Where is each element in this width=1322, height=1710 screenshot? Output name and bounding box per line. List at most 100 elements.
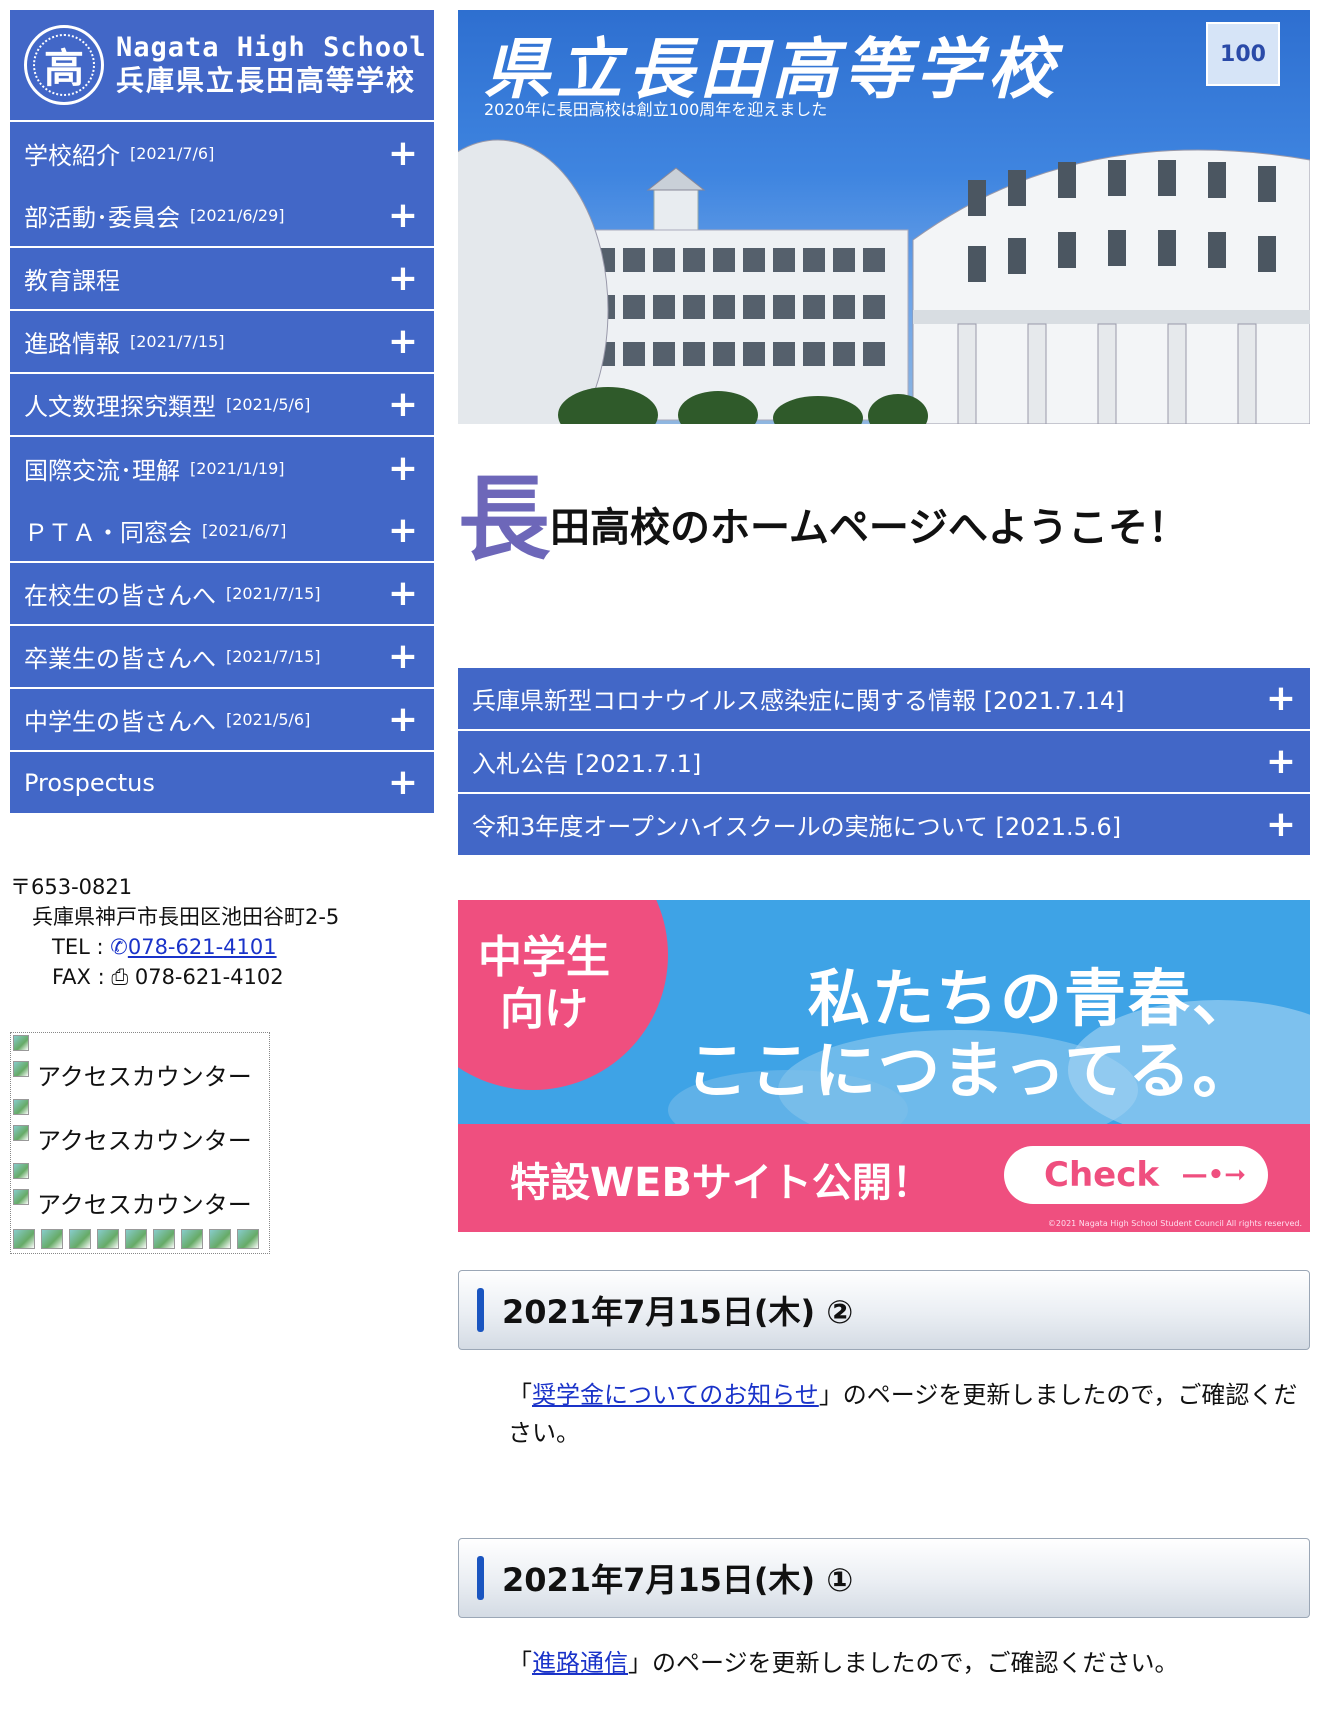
fax-line: FAX : ⎙ 078-621-4102 bbox=[10, 962, 339, 992]
post-title: 2021年7月15日(木) ② bbox=[458, 1270, 1310, 1350]
plus-icon[interactable]: + bbox=[388, 701, 418, 738]
plus-icon[interactable]: + bbox=[388, 638, 418, 675]
banner-copyright: ©2021 Nagata High School Student Council… bbox=[1047, 1219, 1302, 1228]
school-name-ja: 兵庫県立長田高等学校 bbox=[116, 64, 417, 98]
post-body: 「奨学金についてのお知らせ」のページを更新しましたので，ご確認ください。 bbox=[458, 1350, 1322, 1452]
broken-image-icon bbox=[153, 1229, 175, 1249]
junior-high-banner[interactable]: 中学生 向け 私たちの青春、 ここにつまってる。 特設WEBサイト公開！ Che… bbox=[458, 900, 1310, 1232]
school-crest-icon: 高 bbox=[24, 25, 104, 105]
postal-code: 653-0821 bbox=[31, 875, 133, 899]
menu-item-humanities-science[interactable]: 人文数理探究類型 [2021/5/6] + bbox=[10, 374, 434, 437]
menu-item-label: 卒業生の皆さんへ bbox=[24, 645, 216, 673]
menu-item-date: [2021/6/7] bbox=[202, 521, 287, 540]
arrow-right-icon: —•➞ bbox=[1181, 1160, 1246, 1190]
plus-icon[interactable]: + bbox=[388, 450, 418, 487]
post-prefix: 「 bbox=[508, 1381, 532, 1409]
broken-image-icon bbox=[41, 1229, 63, 1249]
counter-alt-text: アクセスカウンター bbox=[37, 1191, 252, 1219]
counter-alt-text: アクセスカウンター bbox=[37, 1063, 252, 1091]
broken-image-icon bbox=[13, 1061, 29, 1077]
menu-item-label: 教育課程 bbox=[24, 267, 120, 295]
counter-row: アクセスカウンター bbox=[11, 1161, 269, 1225]
plus-icon[interactable]: + bbox=[388, 512, 418, 549]
tel-link[interactable]: 078-621-4101 bbox=[128, 935, 277, 959]
menu-item-label: Prospectus bbox=[24, 768, 155, 797]
banner-tag: 中学生 向け bbox=[478, 932, 610, 1036]
broken-image-icon bbox=[97, 1229, 119, 1249]
welcome-heading: 長田高校のホームページへようこそ！ bbox=[458, 474, 1310, 566]
plus-icon[interactable]: + bbox=[388, 323, 418, 360]
plus-icon[interactable]: + bbox=[388, 386, 418, 423]
broken-image-icon bbox=[69, 1229, 91, 1249]
plus-icon[interactable]: + bbox=[388, 764, 418, 801]
welcome-rest: 田高校のホームページへようこそ！ bbox=[550, 505, 1189, 551]
welcome-first-char: 長 bbox=[458, 466, 551, 573]
menu-item-junior-high[interactable]: 中学生の皆さんへ [2021/5/6] + bbox=[10, 689, 434, 752]
counter-digits bbox=[13, 1229, 259, 1249]
plus-icon[interactable]: + bbox=[388, 260, 418, 297]
menu-item-date: [2021/1/19] bbox=[190, 459, 285, 478]
menu-item-label: 人文数理探究類型 bbox=[24, 393, 216, 421]
notice-item-covid[interactable]: 兵庫県新型コロナウイルス感染症に関する情報 [2021.7.14] + bbox=[458, 668, 1310, 731]
plus-icon[interactable]: + bbox=[388, 575, 418, 612]
hero-image: 県立長田高等学校 2020年に長田高校は創立100周年を迎えました 100 bbox=[458, 10, 1310, 424]
news-post: 2021年7月15日(木) ① 「進路通信」のページを更新しましたので，ご確認く… bbox=[458, 1538, 1310, 1682]
plus-icon[interactable]: + bbox=[1266, 743, 1296, 780]
menu-item-curriculum[interactable]: 教育課程 + bbox=[10, 248, 434, 311]
post-title-text: 2021年7月15日(木) ② bbox=[502, 1293, 854, 1331]
plus-icon[interactable]: + bbox=[1266, 806, 1296, 843]
fax-icon: ⎙ bbox=[111, 965, 129, 989]
menu-item-school-intro[interactable]: 学校紹介 [2021/7/6] + bbox=[10, 122, 434, 185]
centennial-badge: 100 bbox=[1206, 22, 1280, 86]
menu-item-career[interactable]: 進路情報 [2021/7/15] + bbox=[10, 311, 434, 374]
notice-label: 兵庫県新型コロナウイルス感染症に関する情報 [2021.7.14] bbox=[472, 687, 1125, 715]
post-title: 2021年7月15日(木) ① bbox=[458, 1538, 1310, 1618]
menu-item-label: ＰＴＡ・同窓会 bbox=[24, 519, 192, 547]
broken-image-icon bbox=[13, 1035, 29, 1051]
banner-web-text: 特設WEBサイト公開！ bbox=[510, 1160, 932, 1206]
banner-slogan-line2: ここにつまってる。 bbox=[686, 1034, 1257, 1107]
menu-item-date: [2021/7/15] bbox=[226, 647, 321, 666]
post-title-text: 2021年7月15日(木) ① bbox=[502, 1561, 854, 1599]
check-button[interactable]: Check —•➞ bbox=[1004, 1146, 1268, 1204]
school-logo[interactable]: 高 Nagata High School 兵庫県立長田高等学校 bbox=[10, 10, 434, 120]
menu-item-date: [2021/5/6] bbox=[226, 710, 311, 729]
hero-subtitle: 2020年に長田高校は創立100周年を迎えました bbox=[484, 100, 828, 119]
broken-image-icon bbox=[125, 1229, 147, 1249]
tel-line: TEL : ✆078-621-4101 bbox=[10, 932, 339, 962]
street-address: 兵庫県神戸市長田区池田谷町2-5 bbox=[32, 905, 340, 929]
menu-item-international[interactable]: 国際交流･理解 [2021/1/19] + bbox=[10, 437, 434, 500]
menu-item-clubs[interactable]: 部活動･委員会 [2021/6/29] + bbox=[10, 185, 434, 248]
plus-icon[interactable]: + bbox=[388, 135, 418, 172]
menu-item-current-students[interactable]: 在校生の皆さんへ [2021/7/15] + bbox=[10, 563, 434, 626]
notice-item-open-school[interactable]: 令和3年度オープンハイスクールの実施について [2021.5.6] + bbox=[458, 794, 1310, 857]
banner-tag-line2: 向け bbox=[500, 984, 588, 1035]
post-link[interactable]: 奨学金についてのお知らせ bbox=[532, 1381, 819, 1409]
menu-item-date: [2021/7/15] bbox=[226, 584, 321, 603]
broken-image-icon bbox=[237, 1229, 259, 1249]
phone-icon: ✆ bbox=[110, 935, 128, 959]
banner-bottom-bar: 特設WEBサイト公開！ Check —•➞ ©2021 Nagata High … bbox=[458, 1124, 1310, 1232]
menu-item-graduates[interactable]: 卒業生の皆さんへ [2021/7/15] + bbox=[10, 626, 434, 689]
check-label: Check bbox=[1044, 1155, 1159, 1195]
sidebar-menu: 学校紹介 [2021/7/6] + 部活動･委員会 [2021/6/29] + … bbox=[10, 122, 434, 815]
fax-label: FAX : bbox=[52, 965, 105, 989]
title-accent-bar bbox=[477, 1556, 484, 1600]
news-post: 2021年7月15日(木) ② 「奨学金についてのお知らせ」のページを更新しまし… bbox=[458, 1270, 1322, 1452]
notice-label: 入札公告 [2021.7.1] bbox=[472, 750, 702, 778]
postal-line: 〒653-0821 bbox=[10, 872, 339, 902]
menu-item-prospectus[interactable]: Prospectus + bbox=[10, 752, 434, 815]
menu-item-pta-alumni[interactable]: ＰＴＡ・同窓会 [2021/6/7] + bbox=[10, 500, 434, 563]
menu-item-label: 在校生の皆さんへ bbox=[24, 582, 216, 610]
school-address: 〒653-0821 兵庫県神戸市長田区池田谷町2-5 TEL : ✆078-62… bbox=[10, 872, 339, 992]
broken-image-icon bbox=[13, 1189, 29, 1205]
title-accent-bar bbox=[477, 1288, 484, 1332]
plus-icon[interactable]: + bbox=[1266, 680, 1296, 717]
tel-label: TEL : bbox=[52, 935, 104, 959]
notice-item-bid[interactable]: 入札公告 [2021.7.1] + bbox=[458, 731, 1310, 794]
banner-tag-line1: 中学生 bbox=[478, 932, 610, 983]
broken-image-icon bbox=[13, 1099, 29, 1115]
plus-icon[interactable]: + bbox=[388, 197, 418, 234]
broken-image-icon bbox=[13, 1125, 29, 1141]
post-link[interactable]: 進路通信 bbox=[532, 1649, 628, 1677]
